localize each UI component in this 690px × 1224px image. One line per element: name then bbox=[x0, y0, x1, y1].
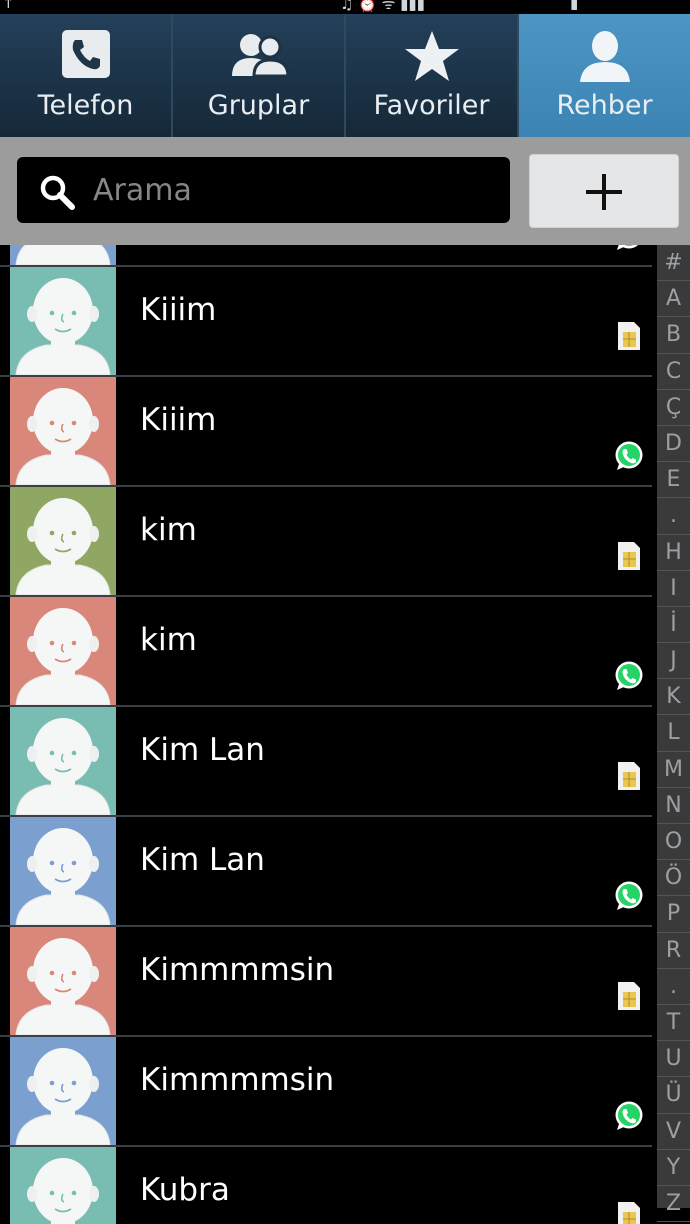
index-letter[interactable]: Y bbox=[657, 1150, 690, 1186]
avatar bbox=[10, 817, 116, 925]
index-letter[interactable]: J bbox=[657, 643, 690, 680]
contact-name: Kim Lan bbox=[140, 842, 265, 878]
tab-rehber-label: Rehber bbox=[556, 90, 653, 121]
contact-list[interactable]: Kiiim Kiiim kim kim Kim Lan Kim Lan Kimmmmsin K… bbox=[0, 245, 652, 1224]
sim-card-icon bbox=[617, 321, 641, 355]
index-letter[interactable]: L bbox=[657, 715, 690, 752]
index-letter[interactable]: U bbox=[657, 1041, 690, 1078]
index-letter[interactable]: . bbox=[657, 498, 690, 535]
contact-row[interactable]: Kubra bbox=[0, 1147, 652, 1224]
index-letter[interactable]: E bbox=[657, 462, 690, 499]
index-letter[interactable]: Ü bbox=[657, 1077, 690, 1114]
tab-rehber[interactable]: Rehber bbox=[519, 14, 690, 137]
alphabet-index[interactable]: # A B C Ç D E. H I İ J K L M N O Ö P R. T U Ü V Y Z bbox=[657, 245, 690, 1223]
contact-name: kim bbox=[140, 622, 197, 658]
contact-name: Kim Lan bbox=[140, 732, 265, 768]
tab-favoriler[interactable]: Favoriler bbox=[346, 14, 519, 137]
index-letter[interactable]: Ç bbox=[657, 390, 690, 426]
whatsapp-icon bbox=[613, 880, 645, 916]
avatar bbox=[10, 245, 116, 265]
contact-name: Kimmmmsin bbox=[140, 952, 335, 988]
add-contact-button[interactable] bbox=[529, 154, 679, 228]
contact-row[interactable]: Kiiim bbox=[0, 267, 652, 377]
index-letter[interactable]: D bbox=[657, 426, 690, 463]
index-letter[interactable]: V bbox=[657, 1114, 690, 1150]
plus-icon bbox=[586, 174, 622, 210]
index-letter[interactable]: # bbox=[657, 245, 690, 282]
tab-gruplar[interactable]: Gruplar bbox=[173, 14, 346, 137]
battery-icon: ▮ bbox=[570, 0, 579, 12]
contact-row[interactable]: Kim Lan bbox=[0, 707, 652, 817]
index-letter[interactable]: P bbox=[657, 896, 690, 933]
index-letter[interactable]: C bbox=[657, 354, 690, 390]
index-letter[interactable]: M bbox=[657, 752, 690, 788]
contact-name: kim bbox=[140, 512, 197, 548]
search-bar bbox=[0, 137, 690, 245]
contact-row[interactable]: Kiiim bbox=[0, 377, 652, 487]
avatar bbox=[10, 1147, 116, 1224]
sim-card-icon bbox=[617, 761, 641, 795]
index-letter[interactable]: Ö bbox=[657, 860, 690, 897]
contact-row[interactable]: kim bbox=[0, 597, 652, 707]
index-letter[interactable]: I bbox=[657, 571, 690, 607]
whatsapp-icon bbox=[613, 245, 645, 256]
index-letter[interactable]: O bbox=[657, 824, 690, 861]
contact-row[interactable]: kim bbox=[0, 487, 652, 597]
index-letter[interactable]: T bbox=[657, 1005, 690, 1042]
avatar bbox=[10, 487, 116, 595]
contact-name: Kiiim bbox=[140, 292, 217, 328]
index-letter[interactable]: R bbox=[657, 933, 690, 969]
index-letter[interactable]: İ bbox=[657, 607, 690, 644]
tab-favoriler-label: Favoriler bbox=[373, 90, 490, 121]
status-icons: ♫ ⏰ ᯤ ▮▮▮ bbox=[340, 0, 425, 13]
index-letter[interactable]: K bbox=[657, 679, 690, 716]
phone-icon bbox=[61, 30, 110, 78]
sim-card-icon bbox=[617, 1201, 641, 1224]
sim-card-icon bbox=[617, 541, 641, 575]
contact-row[interactable]: Kim Lan bbox=[0, 817, 652, 927]
avatar bbox=[10, 267, 116, 375]
index-letter[interactable]: H bbox=[657, 535, 690, 571]
groups-icon bbox=[231, 34, 290, 78]
whatsapp-icon bbox=[613, 440, 645, 476]
tab-gruplar-label: Gruplar bbox=[207, 90, 310, 121]
avatar bbox=[10, 1037, 116, 1145]
contact-icon bbox=[579, 31, 630, 82]
avatar bbox=[10, 377, 116, 485]
contact-row[interactable]: Kimmmmsin bbox=[0, 1037, 652, 1147]
contact-name: Kimmmmsin bbox=[140, 1062, 335, 1098]
avatar bbox=[10, 927, 116, 1035]
avatar bbox=[10, 707, 116, 815]
tab-telefon-label: Telefon bbox=[37, 90, 134, 121]
search-input[interactable] bbox=[93, 165, 493, 215]
search-field[interactable] bbox=[17, 157, 510, 223]
contact-row[interactable]: Kimmmmsin bbox=[0, 927, 652, 1037]
whatsapp-icon bbox=[613, 1100, 645, 1136]
index-letter[interactable]: . bbox=[657, 969, 690, 1005]
tab-bar: Telefon Gruplar Favoriler Rehber bbox=[0, 14, 690, 137]
index-letter[interactable]: A bbox=[657, 281, 690, 318]
index-letter[interactable]: N bbox=[657, 788, 690, 824]
contact-row[interactable] bbox=[0, 245, 652, 267]
contact-name: Kiiim bbox=[140, 402, 217, 438]
index-letter[interactable]: B bbox=[657, 317, 690, 354]
whatsapp-icon bbox=[613, 660, 645, 696]
tab-telefon[interactable]: Telefon bbox=[0, 14, 173, 137]
contact-name: Kubra bbox=[140, 1172, 230, 1208]
search-icon bbox=[40, 175, 75, 210]
sim-card-icon bbox=[617, 981, 641, 1015]
star-icon bbox=[404, 31, 459, 81]
status-bar: ↑ ♫ ⏰ ᯤ ▮▮▮ ▮ bbox=[0, 0, 690, 14]
status-arrow-icon: ↑ bbox=[2, 0, 15, 12]
index-letter[interactable]: Z bbox=[657, 1186, 690, 1223]
avatar bbox=[10, 597, 116, 705]
